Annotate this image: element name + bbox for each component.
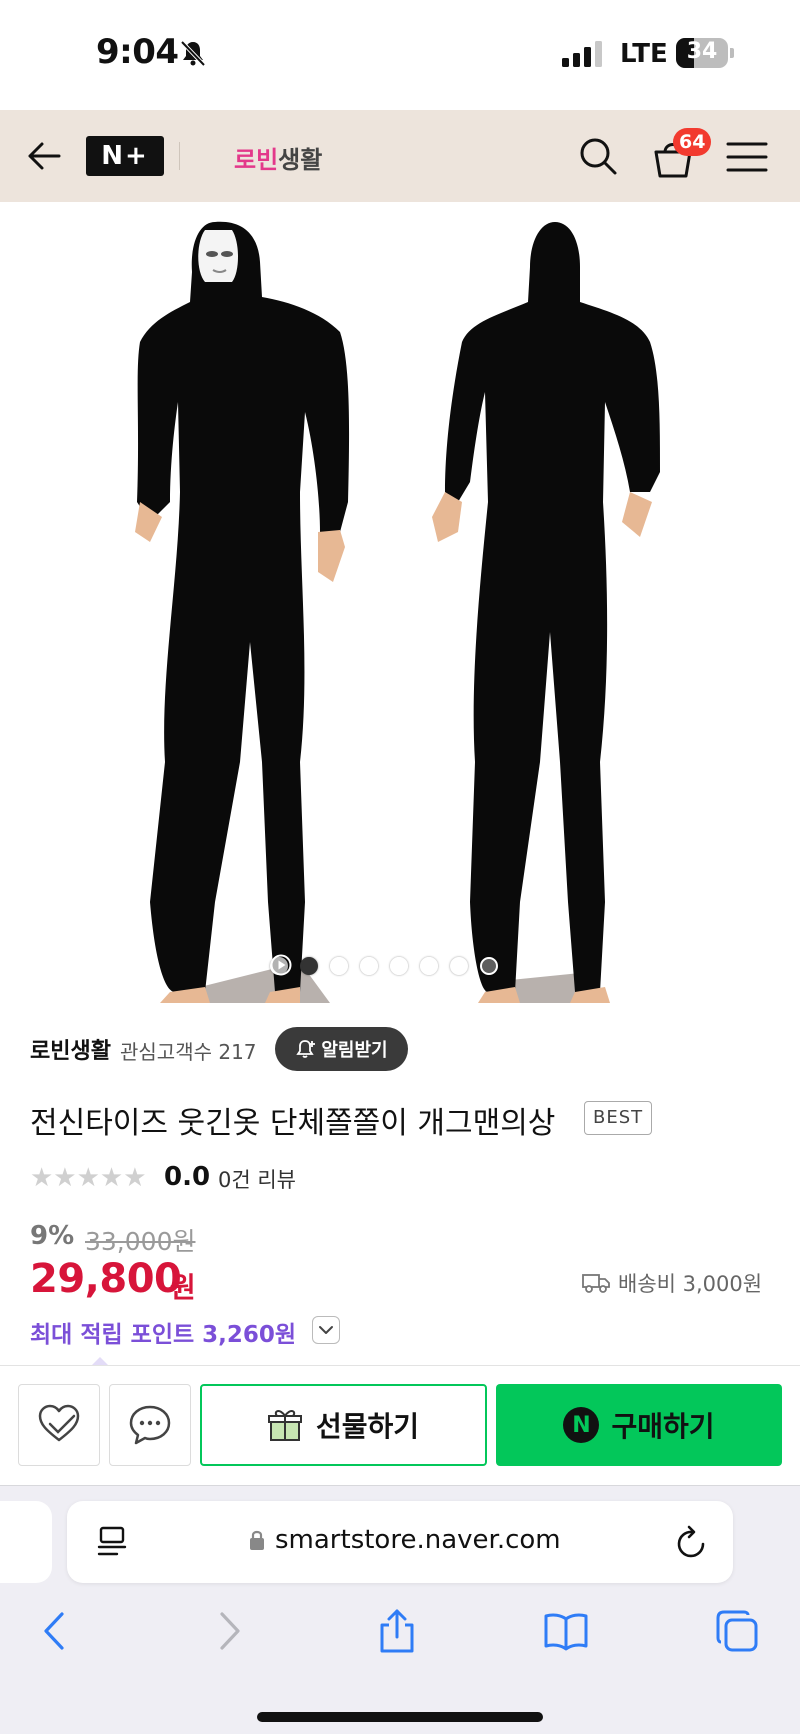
truck-icon (582, 1274, 610, 1293)
product-image-carousel[interactable] (0, 202, 800, 1003)
points-expand-button[interactable] (312, 1316, 340, 1344)
max-points: 최대 적립 포인트 3,260원 (30, 1322, 297, 1348)
share-icon[interactable] (374, 1608, 420, 1654)
store-header: N+ 로빈생활 64 (0, 110, 800, 202)
shipping-label: 배송비 3,000원 (618, 1272, 763, 1296)
back-arrow-icon[interactable] (26, 138, 62, 174)
discount-rate: 9% (30, 1221, 75, 1251)
bell-plus-icon (296, 1040, 316, 1058)
gift-box-icon (267, 1410, 302, 1441)
chevron-down-icon (319, 1326, 333, 1334)
previous-tab-card[interactable] (0, 1501, 52, 1583)
bell-slash-icon (180, 40, 206, 67)
reload-icon[interactable] (675, 1524, 709, 1560)
forward-chevron-icon[interactable] (206, 1608, 252, 1654)
rating-value: 0.0 (164, 1162, 211, 1192)
address-bar[interactable]: smartstore.naver.com (67, 1501, 733, 1583)
back-chevron-icon[interactable] (32, 1608, 78, 1654)
autoplay-icon[interactable] (270, 954, 292, 976)
header-divider (179, 142, 180, 170)
wishlist-button[interactable] (18, 1384, 100, 1466)
shipping-fee: 배송비 3,000원 (582, 1268, 762, 1298)
store-logo-suffix: 생활 (278, 146, 323, 174)
gift-label: 선물하기 (315, 1410, 420, 1443)
network-type: LTE (620, 39, 668, 69)
naver-pay-icon: N (563, 1407, 600, 1443)
product-photo (135, 221, 660, 1003)
carousel-dot[interactable] (330, 957, 348, 975)
home-indicator (257, 1712, 543, 1722)
carousel-dots[interactable] (270, 954, 498, 978)
status-time: 9:04 (96, 32, 179, 72)
chat-button[interactable] (109, 1384, 191, 1466)
notify-button[interactable]: 알림받기 (275, 1027, 408, 1071)
seller-name[interactable]: 로빈생활 (30, 1033, 111, 1065)
carousel-dot[interactable] (480, 957, 498, 975)
safari-toolbar: smartstore.naver.com (0, 1485, 800, 1734)
product-title: 전신타이즈 웃긴옷 단체쫄쫄이 개그맨의상 (30, 1106, 556, 1141)
reader-mode-icon[interactable] (97, 1525, 129, 1559)
carousel-dot[interactable] (420, 957, 438, 975)
cart-count-badge: 64 (673, 128, 712, 156)
lock-icon (250, 1530, 264, 1550)
store-logo[interactable]: 로빈생활 (234, 140, 322, 175)
sale-price-unit: 원 (170, 1271, 196, 1304)
best-badge: BEST (584, 1101, 653, 1135)
search-icon[interactable] (578, 136, 618, 176)
tabs-icon[interactable] (714, 1608, 760, 1654)
naver-plus-logo[interactable]: N+ (86, 136, 164, 176)
sale-price: 29,800 (30, 1256, 182, 1302)
review-count-link[interactable]: 0건 리뷰 (218, 1164, 296, 1194)
store-logo-prefix: 로빈 (234, 146, 279, 174)
battery-percent: 34 (686, 39, 718, 64)
seller-followers: 관심고객수 217 (120, 1040, 257, 1064)
carousel-dot[interactable] (360, 957, 378, 975)
battery-icon: 34 (676, 38, 734, 68)
rating-stars: ★★★★★ (30, 1163, 147, 1193)
bookmarks-icon[interactable] (543, 1608, 589, 1654)
purchase-action-bar: 선물하기 N 구매하기 (0, 1365, 800, 1485)
carousel-dot[interactable] (450, 957, 468, 975)
hamburger-menu-icon[interactable] (726, 140, 768, 174)
cellular-signal-icon (562, 41, 602, 67)
heart-check-icon (38, 1404, 80, 1442)
gift-button[interactable]: 선물하기 (200, 1384, 487, 1466)
original-price: 33,000원 (85, 1227, 196, 1256)
tooltip-pointer (92, 1357, 108, 1365)
chat-bubble-icon (129, 1405, 171, 1445)
status-bar: 9:04 LTE 34 (0, 0, 800, 110)
carousel-dot[interactable] (390, 957, 408, 975)
buy-label: 구매하기 (611, 1410, 715, 1443)
url-text: smartstore.naver.com (275, 1525, 561, 1555)
notify-label: 알림받기 (321, 1040, 388, 1061)
carousel-dot[interactable] (300, 957, 318, 975)
buy-button[interactable]: N 구매하기 (496, 1384, 782, 1466)
